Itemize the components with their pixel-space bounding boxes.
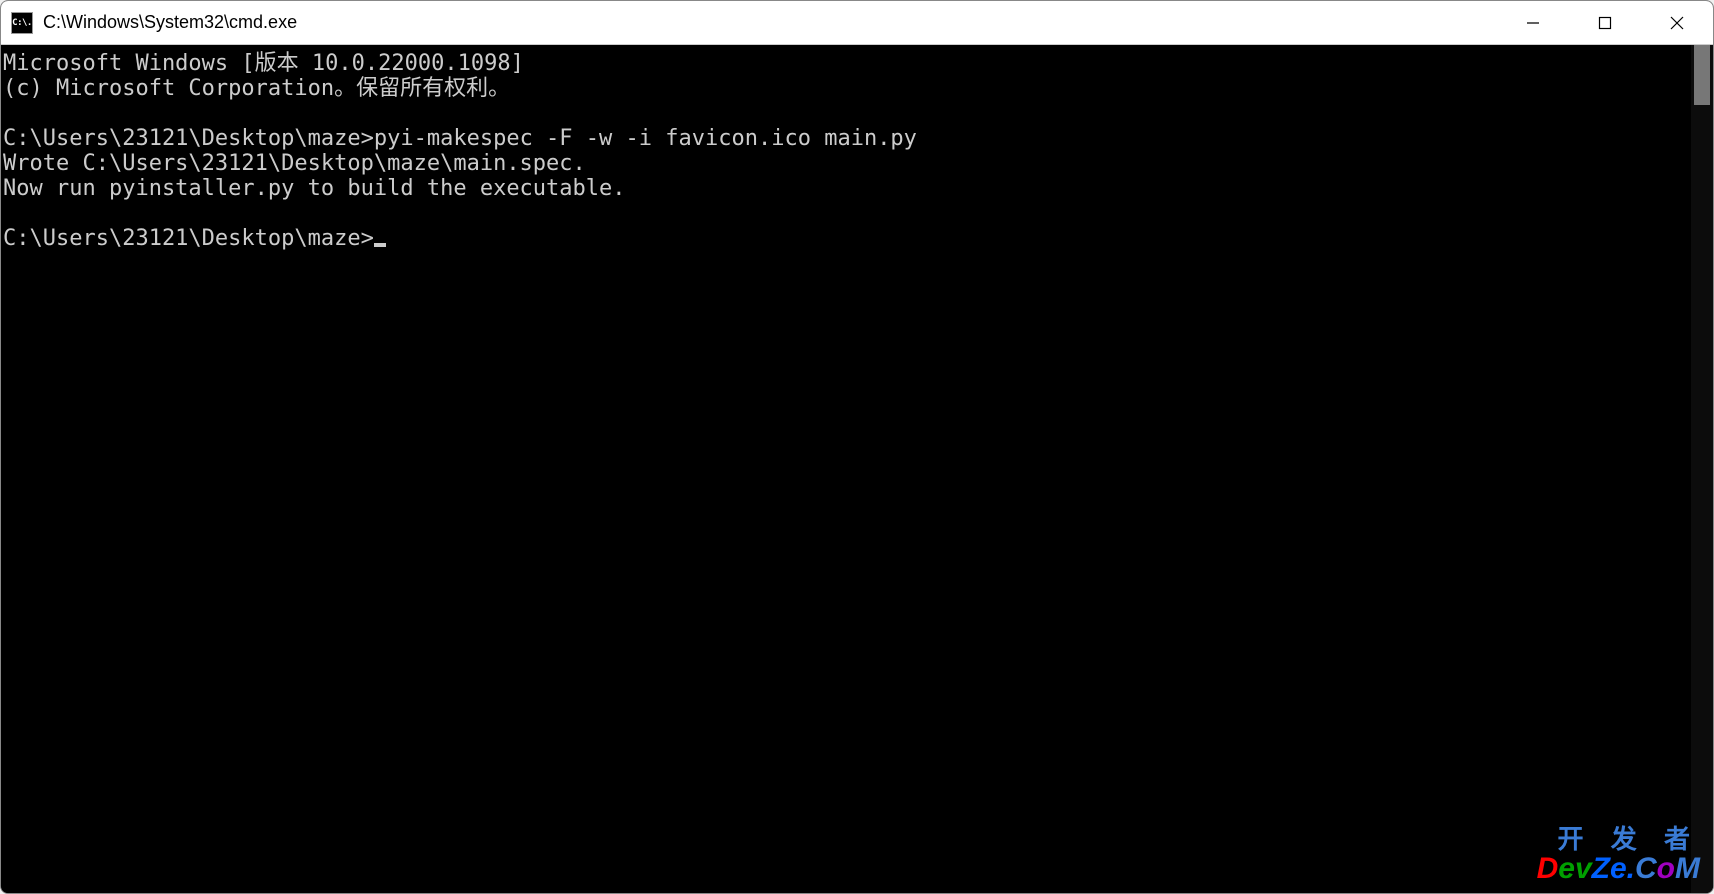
- maximize-icon: [1598, 16, 1612, 30]
- cmd-icon: C:\.: [11, 12, 33, 34]
- prompt: C:\Users\23121\Desktop\maze>: [3, 226, 374, 251]
- maximize-button[interactable]: [1569, 1, 1641, 44]
- close-icon: [1670, 16, 1684, 30]
- close-button[interactable]: [1641, 1, 1713, 44]
- output-line: (c) Microsoft Corporation。保留所有权利。: [3, 76, 510, 101]
- watermark-line1: 开 发 者: [1537, 826, 1700, 852]
- prompt: C:\Users\23121\Desktop\maze>: [3, 126, 374, 151]
- watermark-line2: DevZe.CoM: [1537, 854, 1700, 884]
- command-text: pyi-makespec -F -w -i favicon.ico main.p…: [374, 126, 917, 151]
- minimize-icon: [1526, 16, 1540, 30]
- output-line: Wrote C:\Users\23121\Desktop\maze\main.s…: [3, 151, 586, 176]
- terminal-container: Microsoft Windows [版本 10.0.22000.1098] (…: [1, 45, 1713, 893]
- titlebar-controls: [1497, 1, 1713, 44]
- terminal-output[interactable]: Microsoft Windows [版本 10.0.22000.1098] (…: [1, 45, 1691, 893]
- cursor: [374, 243, 386, 247]
- vertical-scrollbar[interactable]: [1691, 45, 1713, 893]
- window-title: C:\Windows\System32\cmd.exe: [43, 12, 297, 33]
- titlebar[interactable]: C:\. C:\Windows\System32\cmd.exe: [1, 1, 1713, 45]
- cmd-window: C:\. C:\Windows\System32\cmd.exe Microso…: [0, 0, 1714, 894]
- output-line: Microsoft Windows [版本 10.0.22000.1098]: [3, 51, 524, 76]
- titlebar-left: C:\. C:\Windows\System32\cmd.exe: [1, 12, 1497, 34]
- output-line: Now run pyinstaller.py to build the exec…: [3, 176, 626, 201]
- watermark: 开 发 者 DevZe.CoM: [1537, 826, 1700, 884]
- minimize-button[interactable]: [1497, 1, 1569, 44]
- scrollbar-thumb[interactable]: [1694, 45, 1710, 105]
